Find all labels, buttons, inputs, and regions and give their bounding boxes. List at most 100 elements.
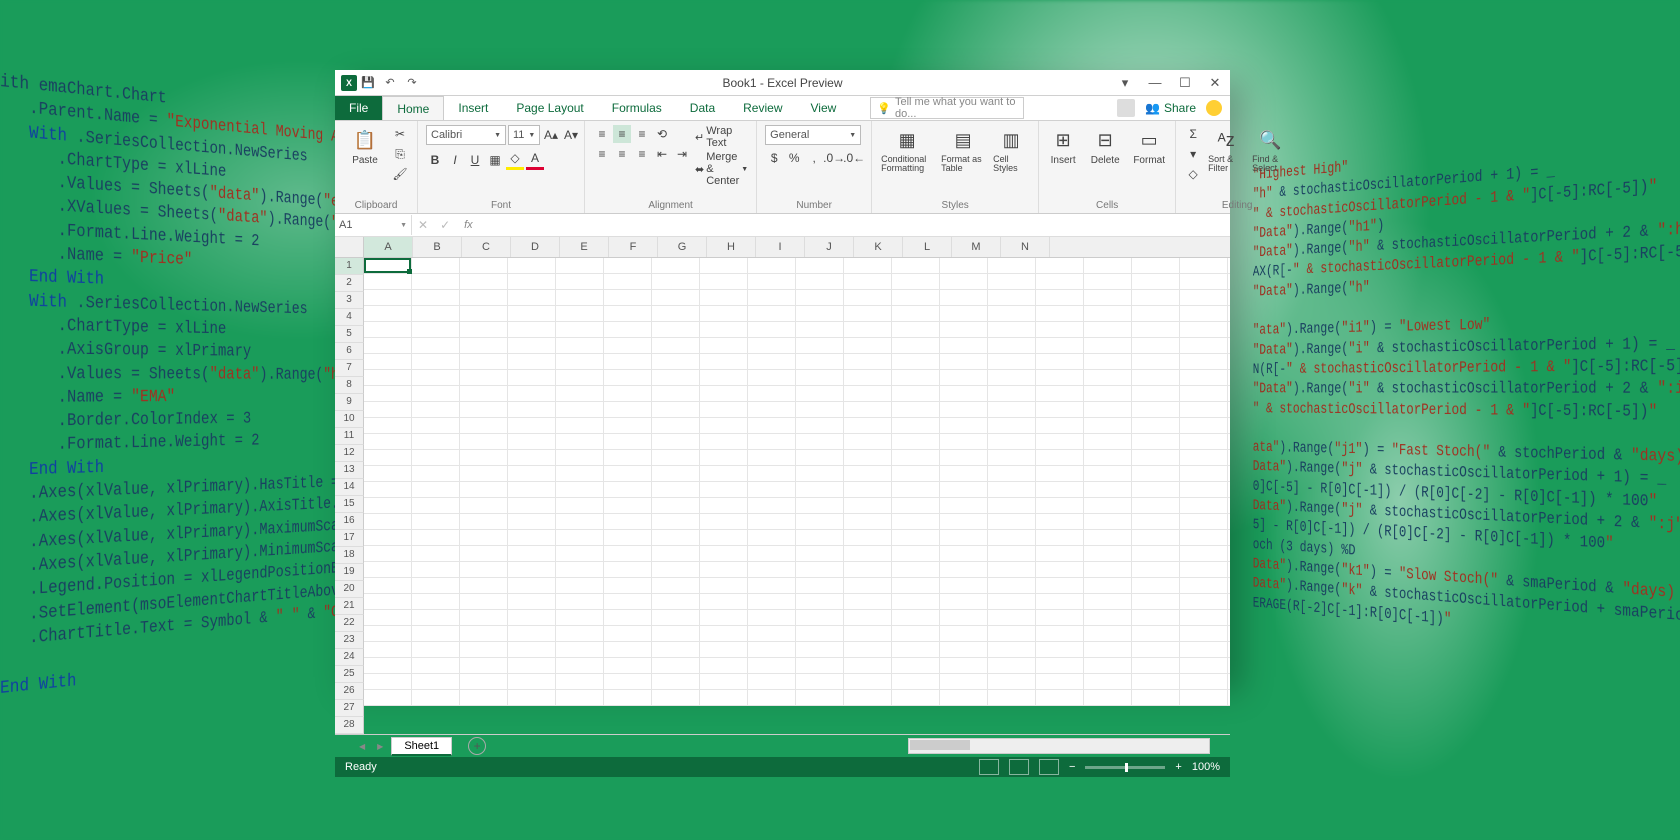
font-size-combo[interactable]: 11▼ xyxy=(508,125,540,145)
sheet-nav-prev-icon[interactable]: ◀ xyxy=(355,742,369,751)
row-header-11[interactable]: 11 xyxy=(335,428,364,445)
row-header-15[interactable]: 15 xyxy=(335,496,364,513)
normal-view-icon[interactable] xyxy=(979,759,999,775)
user-avatar[interactable] xyxy=(1117,99,1135,117)
zoom-out-icon[interactable]: − xyxy=(1069,761,1075,773)
row-header-19[interactable]: 19 xyxy=(335,564,364,581)
align-right-icon[interactable]: ≡ xyxy=(633,145,651,163)
column-header-J[interactable]: J xyxy=(805,237,854,257)
conditional-formatting-button[interactable]: ▦Conditional Formatting xyxy=(879,125,935,175)
row-header-7[interactable]: 7 xyxy=(335,360,364,377)
insert-cells-button[interactable]: ⊞Insert xyxy=(1044,125,1082,168)
column-header-A[interactable]: A xyxy=(364,237,413,257)
row-header-27[interactable]: 27 xyxy=(335,700,364,717)
delete-cells-button[interactable]: ⊟Delete xyxy=(1086,125,1124,168)
page-layout-view-icon[interactable] xyxy=(1009,759,1029,775)
cut-icon[interactable]: ✂ xyxy=(391,125,409,143)
row-header-2[interactable]: 2 xyxy=(335,275,364,292)
underline-button[interactable]: U xyxy=(466,151,484,169)
row-header-4[interactable]: 4 xyxy=(335,309,364,326)
column-header-C[interactable]: C xyxy=(462,237,511,257)
row-header-8[interactable]: 8 xyxy=(335,377,364,394)
row-header-21[interactable]: 21 xyxy=(335,598,364,615)
fx-icon[interactable]: fx xyxy=(456,219,481,231)
tab-insert[interactable]: Insert xyxy=(444,96,502,120)
autosum-icon[interactable]: Σ xyxy=(1184,125,1202,143)
font-color-button[interactable]: A xyxy=(526,149,544,170)
orientation-icon[interactable]: ⟲ xyxy=(653,125,671,143)
column-header-D[interactable]: D xyxy=(511,237,560,257)
ribbon-options-icon[interactable]: ▾ xyxy=(1110,70,1140,95)
increase-font-icon[interactable]: A▴ xyxy=(542,126,560,144)
column-header-E[interactable]: E xyxy=(560,237,609,257)
number-format-combo[interactable]: General▼ xyxy=(765,125,861,145)
wrap-text-button[interactable]: ↵ Wrap Text xyxy=(695,125,748,149)
qat-save-icon[interactable]: 💾 xyxy=(357,72,379,94)
select-all-corner[interactable] xyxy=(335,237,364,257)
tab-formulas[interactable]: Formulas xyxy=(598,96,676,120)
column-header-N[interactable]: N xyxy=(1001,237,1050,257)
row-header-9[interactable]: 9 xyxy=(335,394,364,411)
fill-handle[interactable] xyxy=(407,269,412,274)
row-header-16[interactable]: 16 xyxy=(335,513,364,530)
sheet-nav-next-icon[interactable]: ▶ xyxy=(373,742,387,751)
border-button[interactable]: ▦ xyxy=(486,151,504,169)
close-button[interactable]: ✕ xyxy=(1200,70,1230,95)
clear-icon[interactable]: ◇ xyxy=(1184,165,1202,183)
column-header-F[interactable]: F xyxy=(609,237,658,257)
align-center-icon[interactable]: ≡ xyxy=(613,145,631,163)
fx-cancel-icon[interactable]: ✕ xyxy=(412,218,434,232)
italic-button[interactable]: I xyxy=(446,151,464,169)
cell-styles-button[interactable]: ▥Cell Styles xyxy=(991,125,1031,175)
tab-home[interactable]: Home xyxy=(382,96,444,120)
column-header-H[interactable]: H xyxy=(707,237,756,257)
tell-me-search[interactable]: 💡 Tell me what you want to do... xyxy=(870,97,1024,119)
increase-indent-icon[interactable]: ⇥ xyxy=(673,145,691,163)
zoom-level[interactable]: 100% xyxy=(1192,761,1220,773)
column-header-L[interactable]: L xyxy=(903,237,952,257)
percent-icon[interactable]: % xyxy=(785,149,803,167)
row-header-22[interactable]: 22 xyxy=(335,615,364,632)
tab-data[interactable]: Data xyxy=(676,96,729,120)
zoom-slider[interactable] xyxy=(1085,766,1165,769)
find-select-button[interactable]: 🔍Find & Select xyxy=(1250,125,1290,175)
tab-view[interactable]: View xyxy=(797,96,851,120)
tab-file[interactable]: File xyxy=(335,96,382,120)
fx-enter-icon[interactable]: ✓ xyxy=(434,218,456,232)
zoom-in-icon[interactable]: + xyxy=(1175,761,1181,773)
paste-button[interactable]: 📋 Paste xyxy=(343,125,387,168)
share-button[interactable]: 👥 Share xyxy=(1145,101,1196,115)
decrease-indent-icon[interactable]: ⇤ xyxy=(653,145,671,163)
row-header-23[interactable]: 23 xyxy=(335,632,364,649)
comma-icon[interactable]: , xyxy=(805,149,823,167)
row-header-12[interactable]: 12 xyxy=(335,445,364,462)
format-painter-icon[interactable]: 🖌 xyxy=(391,165,409,183)
new-sheet-button[interactable]: + xyxy=(468,737,486,755)
decrease-decimal-icon[interactable]: .0← xyxy=(845,149,863,167)
minimize-button[interactable]: — xyxy=(1140,70,1170,95)
bold-button[interactable]: B xyxy=(426,151,444,169)
feedback-smiley-icon[interactable] xyxy=(1206,100,1222,116)
row-header-13[interactable]: 13 xyxy=(335,462,364,479)
align-top-icon[interactable]: ≡ xyxy=(593,125,611,143)
row-header-5[interactable]: 5 xyxy=(335,326,364,343)
column-header-B[interactable]: B xyxy=(413,237,462,257)
row-header-25[interactable]: 25 xyxy=(335,666,364,683)
row-header-26[interactable]: 26 xyxy=(335,683,364,700)
row-header-17[interactable]: 17 xyxy=(335,530,364,547)
cells-area[interactable] xyxy=(364,258,1230,706)
row-header-6[interactable]: 6 xyxy=(335,343,364,360)
format-cells-button[interactable]: ▭Format xyxy=(1128,125,1170,168)
qat-redo-icon[interactable]: ↷ xyxy=(401,72,423,94)
scroll-thumb[interactable] xyxy=(910,740,970,750)
row-header-20[interactable]: 20 xyxy=(335,581,364,598)
column-header-K[interactable]: K xyxy=(854,237,903,257)
column-header-G[interactable]: G xyxy=(658,237,707,257)
decrease-font-icon[interactable]: A▾ xyxy=(562,126,580,144)
copy-icon[interactable]: ⎘ xyxy=(391,145,409,163)
currency-icon[interactable]: $ xyxy=(765,149,783,167)
horizontal-scrollbar[interactable] xyxy=(908,738,1210,754)
tab-page-layout[interactable]: Page Layout xyxy=(502,96,597,120)
maximize-button[interactable]: ☐ xyxy=(1170,70,1200,95)
sort-filter-button[interactable]: ᴬᴢSort & Filter xyxy=(1206,125,1246,175)
